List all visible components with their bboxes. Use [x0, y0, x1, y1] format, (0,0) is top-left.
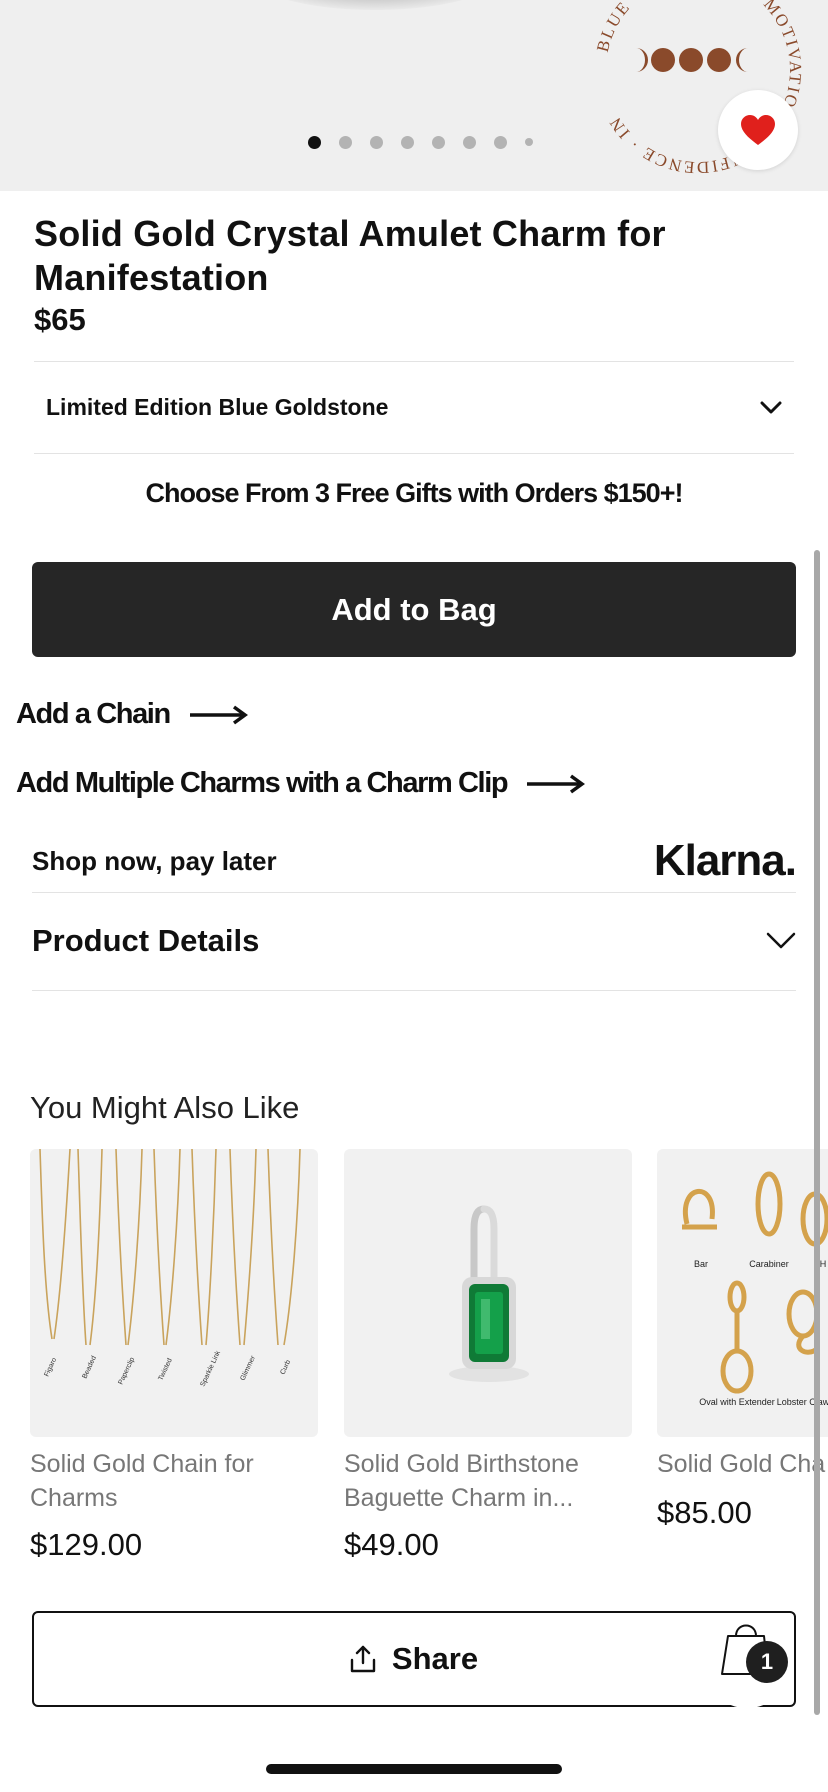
- heart-icon: [741, 115, 775, 145]
- moon-phases-icon: [636, 48, 748, 72]
- chains-illustration: Figaro Beaded Paperclip Twisted Sparkle …: [39, 1149, 301, 1388]
- clip-label: Lobster Claw: [777, 1397, 828, 1407]
- recommendation-price: $129.00: [30, 1527, 143, 1562]
- carousel-dot[interactable]: [525, 138, 533, 146]
- recommendation-price: $85.00: [657, 1495, 752, 1530]
- carousel-dot[interactable]: [308, 135, 321, 149]
- free-gift-promo: Choose From 3 Free Gifts with Orders $15…: [145, 478, 684, 508]
- charm-clips-illustration: Bar Carabiner H Oval with Extender Lobst…: [682, 1171, 828, 1407]
- home-indicator[interactable]: [266, 1764, 562, 1774]
- product-image-shadow: [250, 0, 500, 10]
- add-chain-link[interactable]: Add a Chain: [16, 698, 250, 731]
- carousel-dot[interactable]: [463, 135, 476, 149]
- product-image-carousel[interactable]: BLUE GOLDSTONE · MOTIVATION · CONFIDENCE…: [0, 0, 828, 191]
- emerald-charm-image: [344, 1149, 632, 1437]
- chain-label: Sparkle Link: [199, 1350, 222, 1388]
- recommendation-card[interactable]: Solid Gold Birthstone Baguette Charm in.…: [344, 1149, 632, 1563]
- recommendation-price: $49.00: [344, 1527, 439, 1562]
- carousel-dot[interactable]: [401, 135, 414, 149]
- product-price: $65: [34, 302, 86, 337]
- arrow-right-icon: [527, 774, 586, 793]
- clip-label: Bar: [694, 1259, 708, 1269]
- variant-select[interactable]: Limited Edition Blue Goldstone: [34, 362, 794, 453]
- carousel-pagination[interactable]: [308, 134, 533, 150]
- add-chain-label: Add a Chain: [16, 698, 171, 730]
- recommendation-card[interactable]: Figaro Beaded Paperclip Twisted Sparkle …: [30, 1149, 318, 1563]
- product-details-label: Product Details: [32, 923, 260, 958]
- add-charm-clip-link[interactable]: Add Multiple Charms with a Charm Clip: [16, 767, 587, 800]
- recommendation-name: Solid Gold Birthstone Baguette Charm in.…: [344, 1450, 579, 1512]
- arrow-right-icon: [189, 705, 248, 724]
- chevron-down-icon: [760, 401, 782, 413]
- carousel-dot[interactable]: [370, 135, 383, 149]
- share-icon: [350, 1645, 376, 1673]
- chain-label: Glimmer: [239, 1354, 257, 1382]
- recommendation-name: Solid Gold Chain for Charms: [30, 1450, 254, 1512]
- product-details-accordion[interactable]: Product Details: [32, 893, 796, 989]
- share-label: Share: [391, 1641, 479, 1676]
- klarna-logo: Klarna.: [653, 836, 797, 885]
- clip-label: Carabiner: [749, 1259, 789, 1269]
- chain-product-image: Figaro Beaded Paperclip Twisted Sparkle …: [30, 1149, 318, 1437]
- carousel-dot[interactable]: [339, 135, 352, 149]
- charm-clip-image: Bar Carabiner H Oval with Extender Lobst…: [657, 1149, 828, 1437]
- carousel-dot[interactable]: [432, 135, 445, 149]
- chain-label: Beaded: [81, 1355, 98, 1380]
- chain-label: Curb: [279, 1359, 292, 1376]
- carousel-dot[interactable]: [494, 135, 507, 149]
- recommendation-name: Solid Gold Cha: [657, 1450, 826, 1478]
- favorite-button[interactable]: [718, 90, 798, 170]
- klarna-text: Shop now, pay later: [32, 845, 277, 876]
- add-to-bag-button[interactable]: Add to Bag: [32, 562, 796, 657]
- klarna-banner[interactable]: Shop now, pay later Klarna.: [32, 830, 797, 892]
- clip-label: Oval with Extender: [699, 1397, 775, 1407]
- bag-count-badge: 1: [746, 1641, 788, 1683]
- recommendations-heading: You Might Also Like: [30, 1090, 300, 1125]
- chain-label: Figaro: [43, 1357, 58, 1378]
- clip-label: H: [820, 1259, 827, 1269]
- scrollbar[interactable]: [814, 550, 820, 1715]
- variant-select-value: Limited Edition Blue Goldstone: [46, 394, 389, 420]
- chain-label: Paperclip: [117, 1356, 136, 1386]
- divider: [32, 990, 796, 991]
- add-charm-clip-label: Add Multiple Charms with a Charm Clip: [16, 767, 509, 799]
- chevron-down-icon: [766, 932, 796, 949]
- recommendation-card[interactable]: Bar Carabiner H Oval with Extender Lobst…: [657, 1149, 828, 1531]
- product-title: Solid Gold Crystal Amulet Charm for Mani…: [34, 213, 666, 298]
- emerald-charm-illustration: [449, 1205, 529, 1382]
- share-button[interactable]: Share: [32, 1611, 796, 1707]
- chain-label: Twisted: [157, 1357, 173, 1382]
- divider: [34, 453, 794, 454]
